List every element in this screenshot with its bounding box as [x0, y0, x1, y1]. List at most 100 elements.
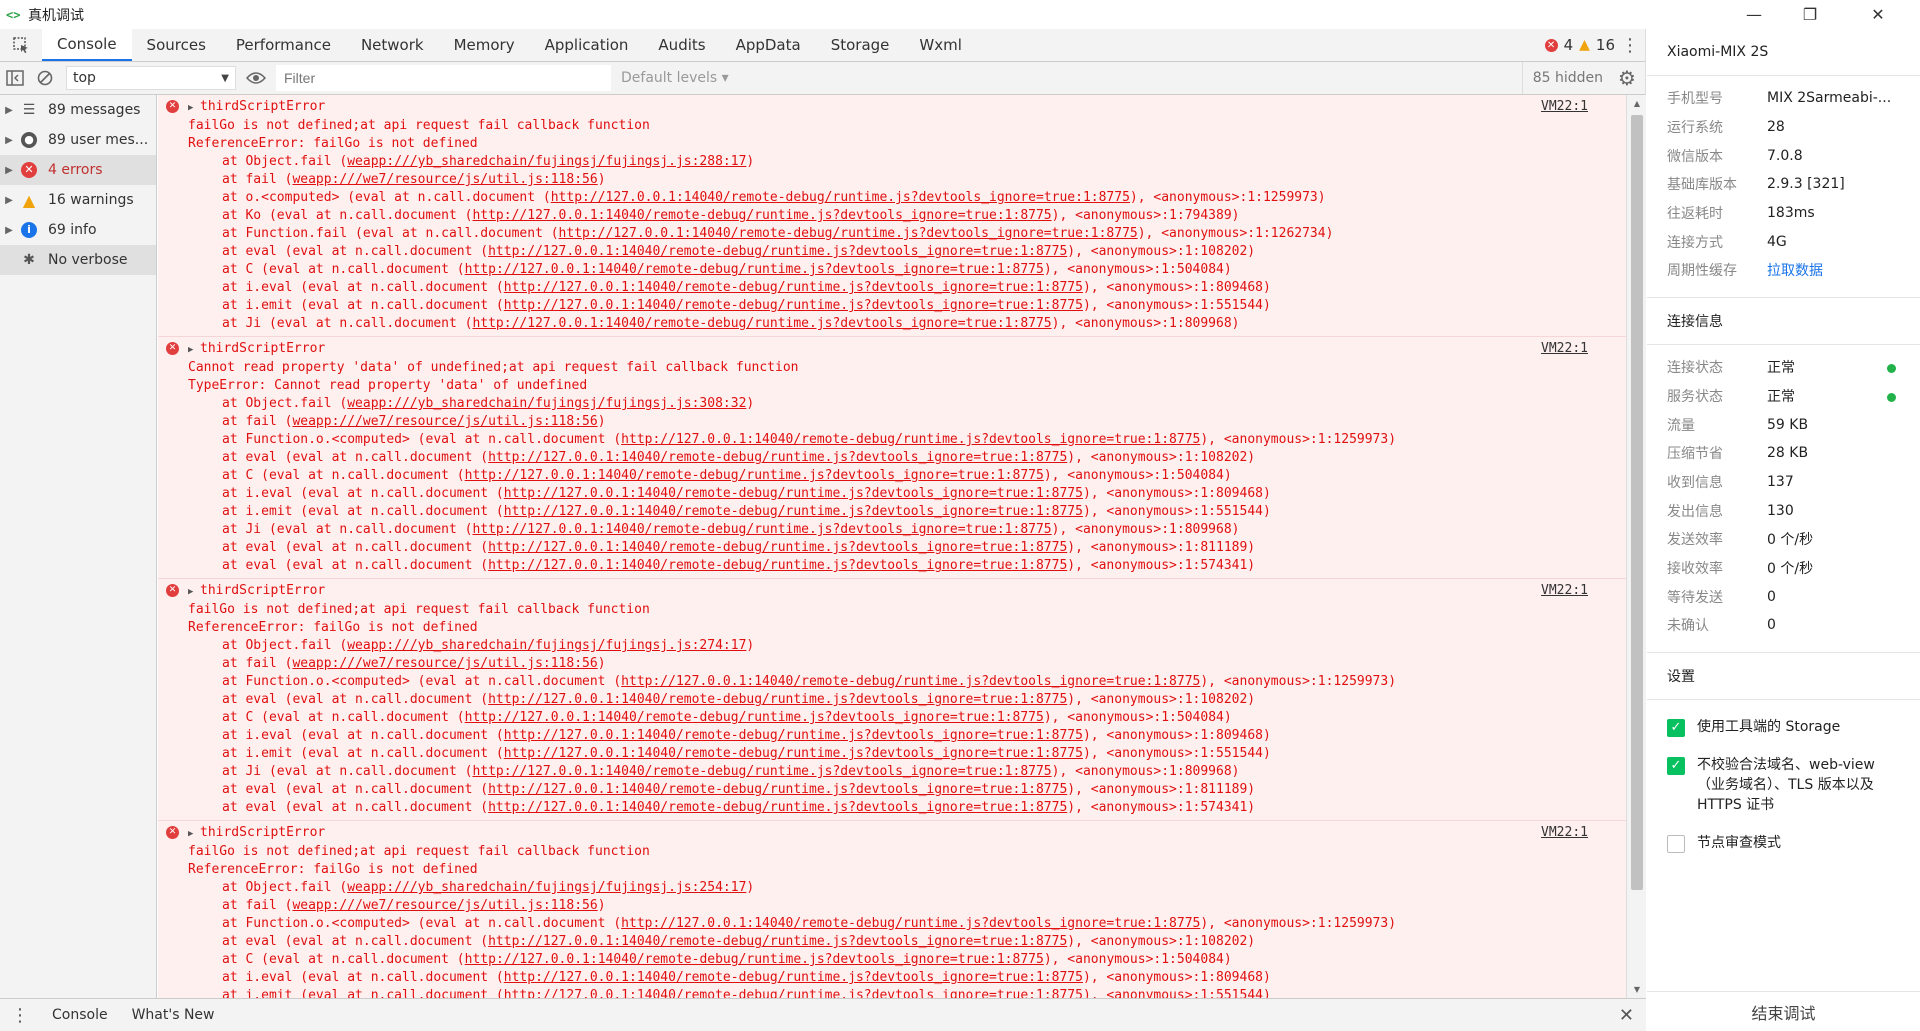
maximize-button[interactable]: ❐ [1782, 0, 1838, 29]
checkbox[interactable] [1667, 834, 1685, 853]
close-button[interactable]: ✕ [1850, 0, 1906, 29]
stack-frame-link[interactable]: http://127.0.0.1:14040/remote-debug/runt… [504, 486, 1083, 501]
message-title[interactable]: ▶ thirdScriptError [188, 824, 1626, 843]
tab-network[interactable]: Network [346, 29, 439, 61]
expand-triangle-icon[interactable]: ▶ [188, 99, 200, 117]
clear-console-icon[interactable] [30, 62, 60, 94]
sidebar-item-warnings[interactable]: ▶ ▲ 16 warnings [0, 185, 156, 215]
stack-frame-link[interactable]: http://127.0.0.1:14040/remote-debug/runt… [465, 468, 1044, 483]
stack-frame-link[interactable]: http://127.0.0.1:14040/remote-debug/runt… [472, 316, 1051, 331]
stack-frame-link[interactable]: http://127.0.0.1:14040/remote-debug/runt… [621, 916, 1200, 931]
expand-triangle-icon[interactable]: ▶ [188, 341, 200, 359]
stack-frame-link[interactable]: http://127.0.0.1:14040/remote-debug/runt… [465, 710, 1044, 725]
end-debug-button[interactable]: 结束调试 [1647, 991, 1920, 1031]
tab-memory[interactable]: Memory [439, 29, 530, 61]
expand-triangle-icon[interactable]: ▶ [188, 825, 200, 843]
stack-frame-link[interactable]: weapp:///yb_sharedchain/fujingsj/fujings… [347, 880, 746, 895]
message-source-link[interactable]: VM22:1 [1541, 582, 1588, 600]
scrollbar-thumb[interactable] [1631, 115, 1643, 890]
stack-frame-link[interactable]: http://127.0.0.1:14040/remote-debug/runt… [504, 280, 1083, 295]
stack-frame-link[interactable]: http://127.0.0.1:14040/remote-debug/runt… [465, 262, 1044, 277]
close-drawer-icon[interactable]: ✕ [1619, 1005, 1634, 1026]
stack-frame-link[interactable]: http://127.0.0.1:14040/remote-debug/runt… [504, 298, 1083, 313]
console-error-message[interactable]: ✕ VM22:1 ▶ thirdScriptError failGo is not de… [158, 821, 1626, 998]
stack-frame-link[interactable]: http://127.0.0.1:14040/remote-debug/runt… [504, 728, 1083, 743]
sidebar-item-user-messages[interactable]: ▶ ● 89 user mes... [0, 125, 156, 155]
setting-checkbox-row[interactable]: 节点审查模式 [1647, 824, 1920, 862]
message-source-link[interactable]: VM22:1 [1541, 824, 1588, 842]
drawer-tab-console[interactable]: Console [40, 1007, 120, 1023]
stack-frame-link[interactable]: http://127.0.0.1:14040/remote-debug/runt… [488, 540, 1067, 555]
message-title[interactable]: ▶ thirdScriptError [188, 582, 1626, 601]
tab-console[interactable]: Console [42, 29, 132, 61]
stack-frame-link[interactable]: http://127.0.0.1:14040/remote-debug/runt… [621, 674, 1200, 689]
stack-frame-link[interactable]: http://127.0.0.1:14040/remote-debug/runt… [472, 764, 1051, 779]
stack-frame-link[interactable]: http://127.0.0.1:14040/remote-debug/runt… [488, 800, 1067, 815]
issue-counters[interactable]: ✕ 4 ▲ 16 [1544, 29, 1615, 61]
console-settings-gear-icon[interactable]: ⚙ [1609, 62, 1645, 94]
live-expression-eye-icon[interactable] [236, 71, 276, 85]
info-row[interactable]: 周期性缓存 拉取数据 [1647, 256, 1920, 285]
console-scrollbar[interactable]: ▲ ▼ [1626, 95, 1646, 998]
tab-performance[interactable]: Performance [221, 29, 346, 61]
stack-frame-link[interactable]: http://127.0.0.1:14040/remote-debug/runt… [488, 450, 1067, 465]
message-title[interactable]: ▶ thirdScriptError [188, 340, 1626, 359]
message-source-link[interactable]: VM22:1 [1541, 340, 1588, 358]
scroll-up-icon[interactable]: ▲ [1627, 99, 1647, 108]
filter-input[interactable] [276, 65, 611, 91]
stack-frame-link[interactable]: weapp:///we7/resource/js/util.js:118:56 [292, 656, 597, 671]
checkbox[interactable]: ✓ [1667, 718, 1685, 737]
setting-checkbox-row[interactable]: ✓ 不校验合法域名、web-view（业务域名）、TLS 版本以及 HTTPS 证… [1647, 746, 1920, 824]
stack-frame-link[interactable]: weapp:///we7/resource/js/util.js:118:56 [292, 898, 597, 913]
tab-application[interactable]: Application [530, 29, 644, 61]
inspect-element-icon[interactable] [0, 29, 42, 61]
tab-storage[interactable]: Storage [816, 29, 905, 61]
stack-frame-link[interactable]: http://127.0.0.1:14040/remote-debug/runt… [559, 226, 1138, 241]
fetch-data-link[interactable]: 拉取数据 [1767, 260, 1917, 280]
context-selector[interactable]: top ▼ [66, 66, 236, 90]
toggle-sidebar-icon[interactable] [0, 62, 30, 94]
stack-frame-link[interactable]: http://127.0.0.1:14040/remote-debug/runt… [488, 782, 1067, 797]
stack-frame-link[interactable]: http://127.0.0.1:14040/remote-debug/runt… [488, 244, 1067, 259]
minimize-button[interactable]: — [1726, 0, 1782, 29]
stack-frame-link[interactable]: weapp:///we7/resource/js/util.js:118:56 [292, 172, 597, 187]
console-error-message[interactable]: ✕ VM22:1 ▶ thirdScriptError failGo is not de… [158, 95, 1626, 337]
expand-triangle-icon[interactable]: ▶ [188, 583, 200, 601]
more-options-icon[interactable]: ⋮ [1615, 29, 1645, 61]
stack-frame-link[interactable]: http://127.0.0.1:14040/remote-debug/runt… [488, 934, 1067, 949]
stack-frame-link[interactable]: http://127.0.0.1:14040/remote-debug/runt… [472, 522, 1051, 537]
stack-frame-link[interactable]: http://127.0.0.1:14040/remote-debug/runt… [465, 952, 1044, 967]
sidebar-item-info[interactable]: ▶ i 69 info [0, 215, 156, 245]
stack-frame-link[interactable]: weapp:///we7/resource/js/util.js:118:56 [292, 414, 597, 429]
stack-frame-link[interactable]: http://127.0.0.1:14040/remote-debug/runt… [488, 692, 1067, 707]
message-title[interactable]: ▶ thirdScriptError [188, 98, 1626, 117]
stack-frame-link[interactable]: http://127.0.0.1:14040/remote-debug/runt… [472, 208, 1051, 223]
stack-frame-link[interactable]: http://127.0.0.1:14040/remote-debug/runt… [504, 504, 1083, 519]
stack-frame-link[interactable]: http://127.0.0.1:14040/remote-debug/runt… [504, 746, 1083, 761]
stack-frame-link[interactable]: http://127.0.0.1:14040/remote-debug/runt… [488, 558, 1067, 573]
stack-frame-link[interactable]: weapp:///yb_sharedchain/fujingsj/fujings… [347, 396, 746, 411]
tab-audits[interactable]: Audits [643, 29, 720, 61]
console-error-message[interactable]: ✕ VM22:1 ▶ thirdScriptError Cannot read prop… [158, 337, 1626, 579]
log-levels-dropdown[interactable]: Default levels ▾ [621, 70, 729, 86]
message-source-link[interactable]: VM22:1 [1541, 98, 1588, 116]
scroll-down-icon[interactable]: ▼ [1627, 985, 1647, 994]
sidebar-item-verbose[interactable]: ✱ No verbose [0, 245, 156, 275]
stack-frame-suffix: ), <anonymous>:1:809468) [1082, 280, 1271, 295]
drawer-tab-whats-new[interactable]: What's New [120, 1007, 227, 1023]
setting-checkbox-row[interactable]: ✓ 使用工具端的 Storage [1647, 708, 1920, 746]
stack-frame-link[interactable]: http://127.0.0.1:14040/remote-debug/runt… [551, 190, 1130, 205]
drawer-menu-icon[interactable]: ⋮ [0, 1005, 40, 1026]
stack-frame-link[interactable]: http://127.0.0.1:14040/remote-debug/runt… [504, 988, 1083, 998]
checkbox[interactable]: ✓ [1667, 756, 1685, 775]
sidebar-item-errors[interactable]: ▶ ✕ 4 errors [0, 155, 156, 185]
tab-wxml[interactable]: Wxml [904, 29, 977, 61]
stack-frame-link[interactable]: weapp:///yb_sharedchain/fujingsj/fujings… [347, 638, 746, 653]
sidebar-item-messages[interactable]: ▶ ☰ 89 messages [0, 95, 156, 125]
stack-frame-link[interactable]: http://127.0.0.1:14040/remote-debug/runt… [504, 970, 1083, 985]
stack-frame-link[interactable]: http://127.0.0.1:14040/remote-debug/runt… [621, 432, 1200, 447]
console-error-message[interactable]: ✕ VM22:1 ▶ thirdScriptError failGo is not de… [158, 579, 1626, 821]
tab-sources[interactable]: Sources [132, 29, 221, 61]
tab-appdata[interactable]: AppData [721, 29, 816, 61]
stack-frame-link[interactable]: weapp:///yb_sharedchain/fujingsj/fujings… [347, 154, 746, 169]
